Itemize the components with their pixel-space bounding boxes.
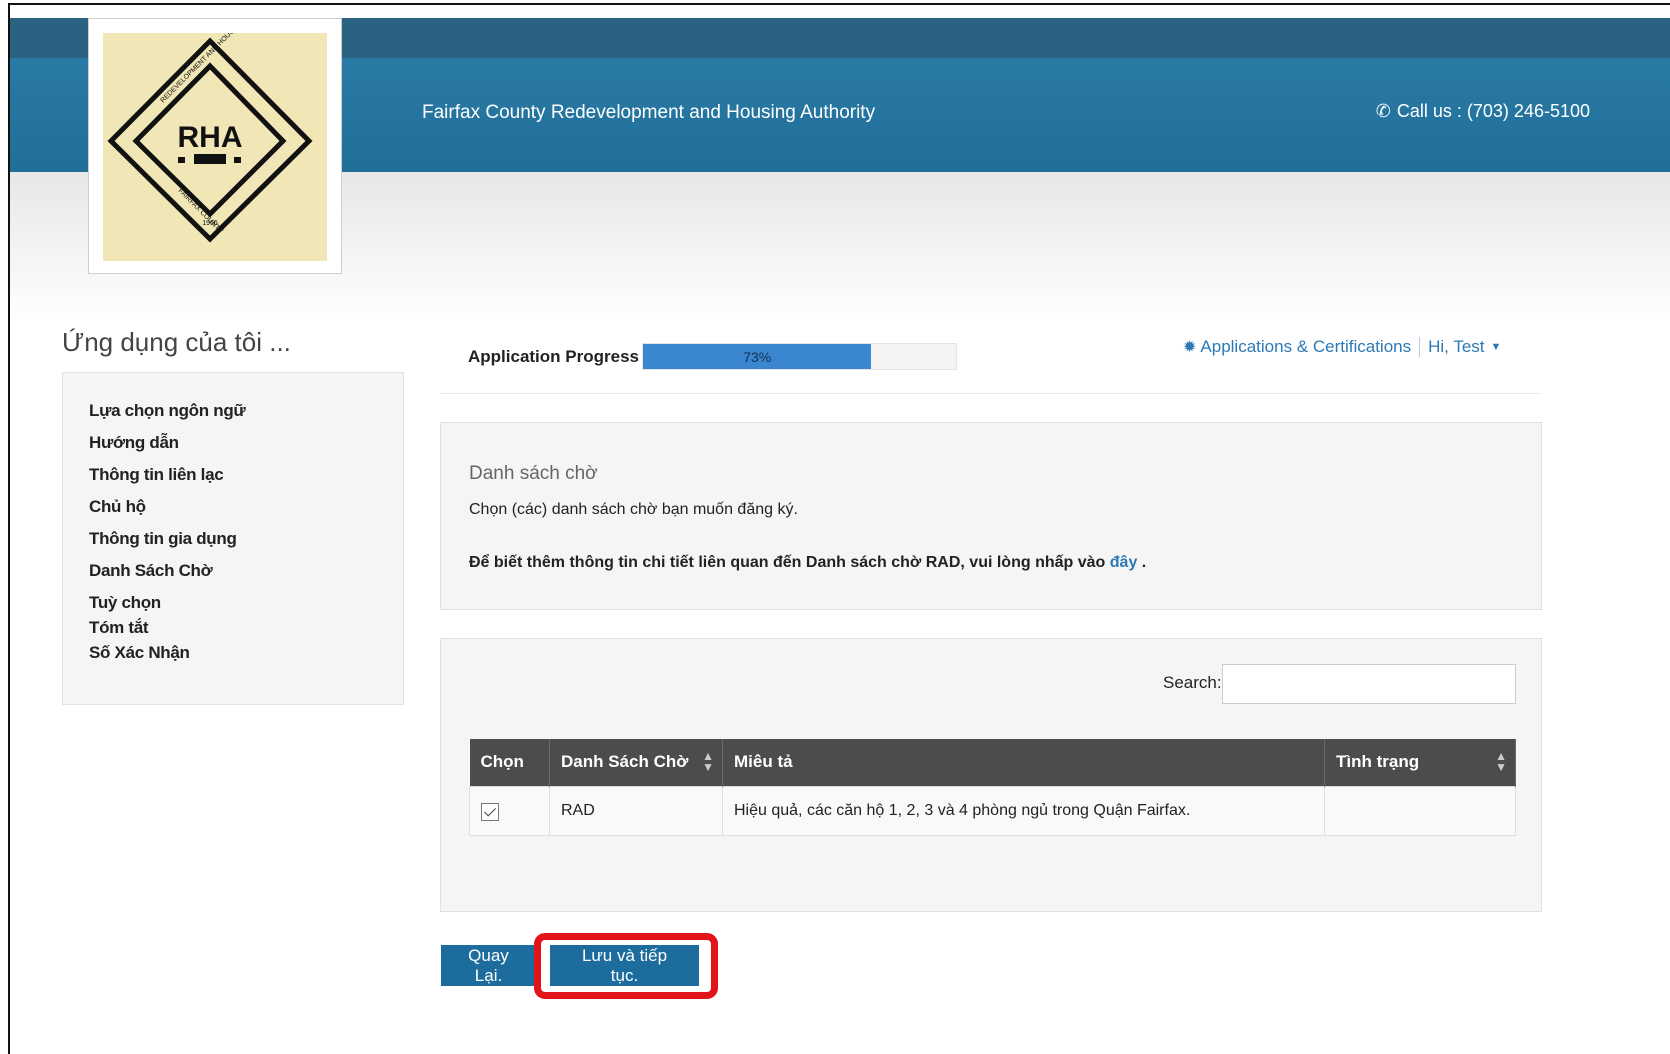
gear-icon[interactable]: ✹	[1183, 337, 1196, 357]
panel-subtitle: Chọn (các) danh sách chờ bạn muốn đăng k…	[469, 501, 798, 518]
column-header-status[interactable]: Tình trạng ▲ ▼	[1324, 739, 1516, 786]
table-cell-status	[1324, 785, 1516, 836]
call-us-text: Call us : (703) 246-5100	[1396, 101, 1590, 121]
column-header-waitlist-label: Danh Sách Chờ	[561, 752, 689, 772]
caret-down-icon[interactable]: ▼	[1491, 341, 1502, 353]
sidebar-item-language[interactable]: Lựa chọn ngôn ngữ	[89, 401, 403, 421]
search-input[interactable]	[1222, 664, 1516, 704]
column-header-status-label: Tình trạng	[1336, 752, 1420, 772]
waitlist-info-panel: Danh sách chờ Chọn (các) danh sách chờ b…	[440, 422, 1542, 610]
waitlist-table-panel: Search: Chọn Danh Sách Chờ ▲ ▼ Miêu tả Tìn…	[440, 638, 1542, 912]
table-cell-waitlist: RAD	[549, 785, 723, 836]
phone-icon: ✆	[1375, 101, 1391, 121]
sidebar-item-waitlist[interactable]: Danh Sách Chờ	[89, 561, 403, 581]
table-cell-description: Hiệu quả, các căn hộ 1, 2, 3 và 4 phòng …	[722, 785, 1325, 836]
logo[interactable]: RHA REDEVELOPMENT AND HOUSING AUTHORITY …	[88, 0, 342, 274]
sidebar-item-contact-info[interactable]: Thông tin liên lạc	[89, 465, 403, 485]
applications-certifications-link[interactable]: Applications & Certifications	[1200, 337, 1411, 357]
sidebar-item-options[interactable]: Tuỳ chọn	[89, 593, 403, 613]
sidebar-item-household-info[interactable]: Thông tin gia dụng	[89, 529, 403, 549]
search-label: Search:	[1163, 673, 1222, 692]
checkbox[interactable]	[481, 803, 499, 821]
progress-fill: 73%	[643, 344, 872, 369]
rad-info-end: .	[1141, 554, 1147, 571]
sidebar-item-head-of-household[interactable]: Chủ hộ	[89, 497, 403, 517]
top-links: ✹ Applications & Certifications Hi, Test…	[1183, 337, 1501, 357]
progress-label: Application Progress	[468, 347, 639, 366]
sidebar-item-confirmation-number[interactable]: Số Xác Nhận	[89, 643, 403, 663]
rha-logo-icon: RHA REDEVELOPMENT AND HOUSING AUTHORITY …	[107, 0, 313, 243]
link-divider	[1419, 337, 1421, 357]
progress-bar: 73%	[642, 343, 957, 370]
waitlist-table: Chọn Danh Sách Chờ ▲ ▼ Miêu tả Tình trạng ▲…	[469, 739, 1516, 836]
column-header-waitlist[interactable]: Danh Sách Chờ ▲ ▼	[549, 739, 723, 786]
table-cell-select	[469, 785, 550, 836]
highlight-box	[534, 933, 718, 999]
user-menu[interactable]: Hi, Test	[1428, 337, 1484, 357]
sort-icon[interactable]: ▲ ▼	[1495, 750, 1507, 773]
table-row: RAD Hiệu quả, các căn hộ 1, 2, 3 và 4 ph…	[469, 785, 1516, 836]
call-us: ✆ Call us : (703) 246-5100	[1376, 101, 1590, 122]
rad-info-text: Để biết thêm thông tin chi tiết liên qua…	[469, 554, 1146, 572]
logo-text: RHA	[178, 121, 243, 154]
logo-background: RHA REDEVELOPMENT AND HOUSING AUTHORITY …	[103, 0, 327, 261]
column-header-select[interactable]: Chọn	[469, 739, 550, 786]
column-header-description[interactable]: Miêu tả	[722, 739, 1325, 786]
table-header-row: Chọn Danh Sách Chờ ▲ ▼ Miêu tả Tình trạng ▲…	[469, 739, 1516, 786]
logo-year: 1966	[202, 220, 218, 227]
sidebar-item-summary[interactable]: Tóm tắt	[89, 618, 403, 638]
sidebar-item-instructions[interactable]: Hướng dẫn	[89, 433, 403, 453]
sidebar: Lựa chọn ngôn ngữ Hướng dẫn Thông tin li…	[62, 372, 404, 705]
logo-ring-top: REDEVELOPMENT AND HOUSING AUTHORITY	[159, 33, 274, 104]
sort-icon[interactable]: ▲ ▼	[702, 750, 714, 773]
rad-info-link[interactable]: đây	[1110, 554, 1138, 571]
rad-info-sentence: Để biết thêm thông tin chi tiết liên qua…	[469, 554, 1106, 571]
site-title: Fairfax County Redevelopment and Housing…	[422, 102, 876, 123]
back-button[interactable]: Quay Lại.	[441, 945, 536, 986]
column-header-description-label: Miêu tả	[734, 752, 793, 772]
column-header-select-label: Chọn	[480, 752, 524, 772]
divider	[440, 393, 1542, 394]
sidebar-title: Ứng dụng của tôi ...	[62, 327, 291, 357]
panel-title: Danh sách chờ	[469, 463, 598, 484]
sidebar-menu: Lựa chọn ngôn ngữ Hướng dẫn Thông tin li…	[63, 373, 403, 663]
